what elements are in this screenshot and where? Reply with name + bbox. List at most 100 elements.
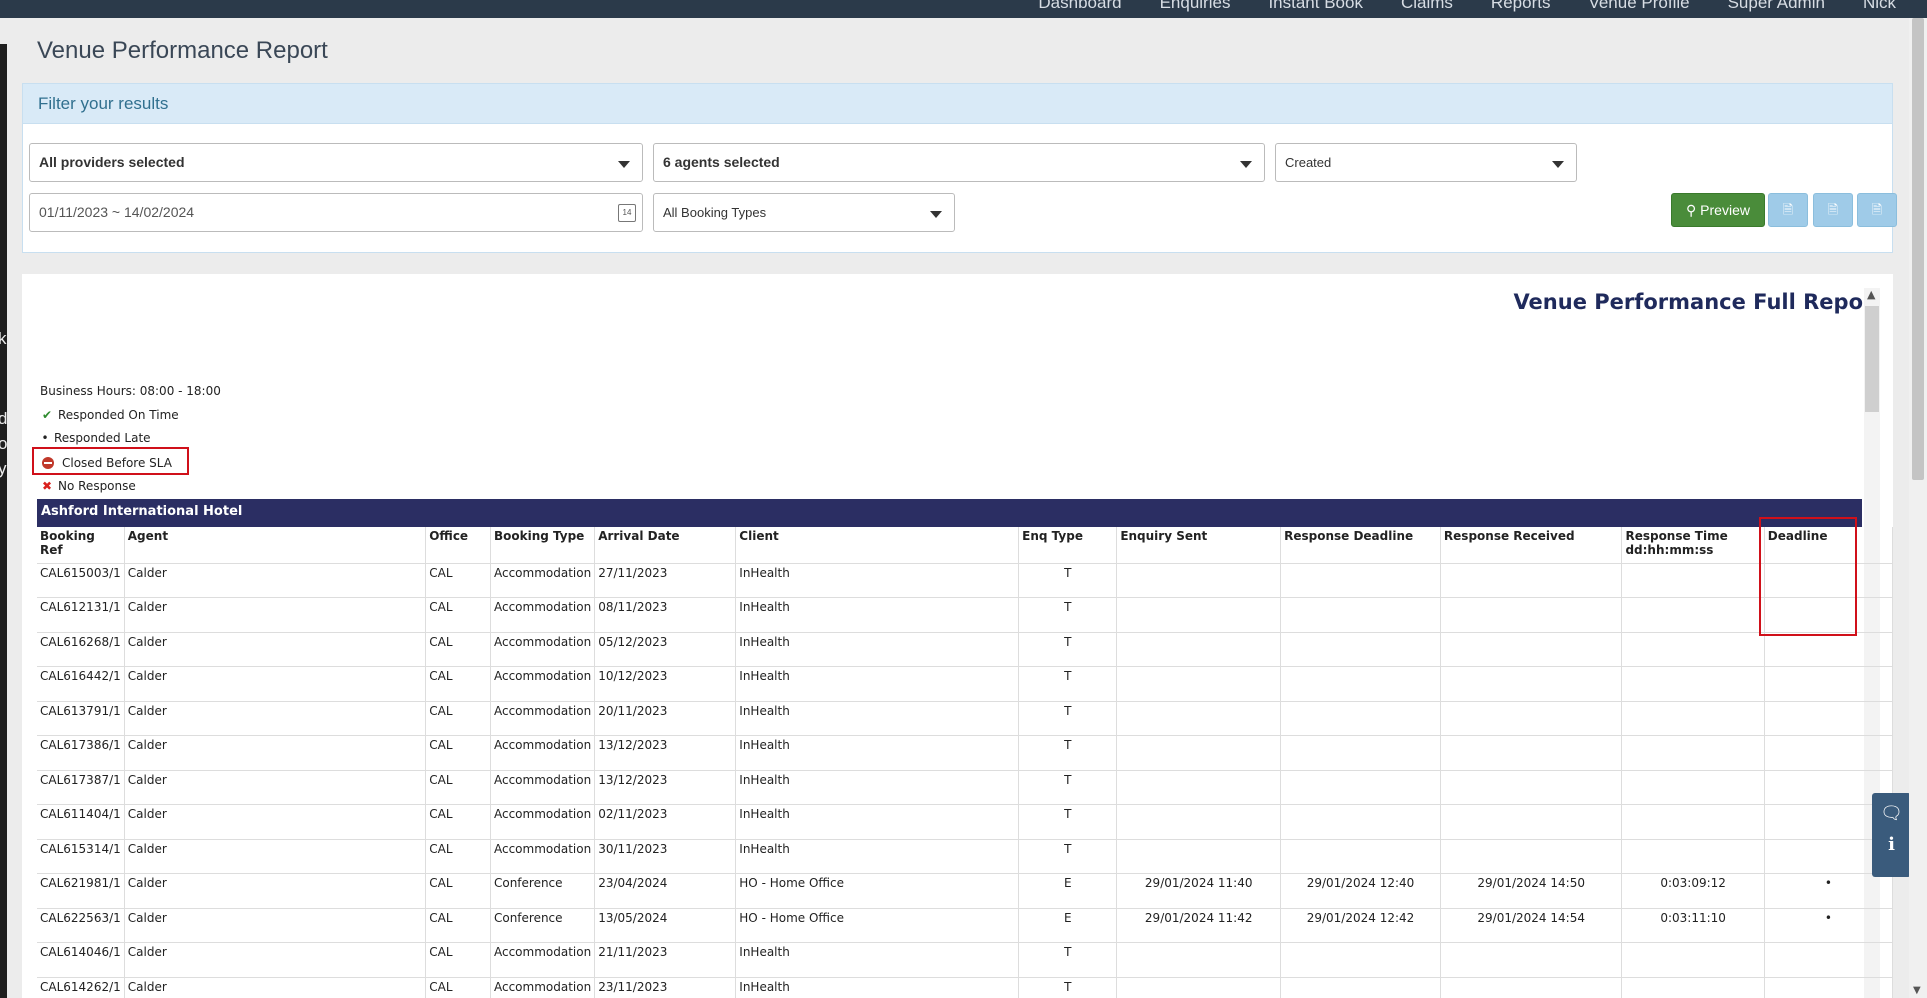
info-icon[interactable]: i — [1872, 834, 1911, 855]
legend-late-label: Responded Late — [54, 431, 151, 445]
booking-types-select[interactable]: All Booking Types — [653, 193, 955, 232]
excel-file-icon: 🗎 — [1827, 202, 1839, 217]
cell-enq-type: T — [1018, 942, 1118, 978]
cell-deadline-status — [1764, 666, 1893, 702]
cell-booking-ref: CAL612131/1 — [37, 597, 125, 633]
cell-booking-type: Accommodation — [490, 632, 596, 667]
calendar-icon[interactable]: 14 — [618, 204, 636, 222]
cell-enq-type: T — [1018, 839, 1118, 874]
cell-office: CAL — [425, 908, 491, 943]
col-arrival-date: Arrival Date — [594, 527, 737, 564]
date-range-input[interactable]: 01/11/2023 ~ 14/02/2024 14 — [29, 193, 643, 232]
report-table-body: CAL615003/1 Calder CAL Accommodation 27/11/2… — [37, 563, 1893, 998]
col-enq-type: Enq Type — [1018, 527, 1118, 564]
date-field-select[interactable]: Created — [1275, 143, 1577, 182]
report-table: Booking Ref Agent Office Booking Type Ar… — [37, 527, 1893, 998]
cell-enq-type: E — [1018, 873, 1118, 909]
nav-item-claims[interactable]: Claims — [1382, 0, 1472, 13]
bullet-icon: • — [41, 431, 49, 445]
nav-item-nick[interactable]: Nick — [1844, 0, 1915, 13]
cell-response-received — [1440, 770, 1623, 805]
cell-response-received: 29/01/2024 14:50 — [1440, 873, 1623, 909]
filter-heading: Filter your results — [23, 84, 1892, 124]
chevron-down-icon — [1552, 161, 1564, 168]
cell-response-time — [1621, 942, 1765, 978]
cell-client: HO - Home Office — [735, 873, 1020, 909]
cell-booking-ref: CAL615314/1 — [37, 839, 125, 874]
cell-response-time — [1621, 563, 1765, 598]
legend-late: • Responded Late — [40, 431, 151, 445]
preview-button-label: Preview — [1700, 202, 1750, 218]
cell-agent: Calder — [124, 977, 427, 998]
cell-booking-type: Accommodation — [490, 563, 596, 598]
cell-client: InHealth — [735, 735, 1020, 771]
nav-item-instant-book[interactable]: Instant Book — [1249, 0, 1382, 13]
agents-select[interactable]: 6 agents selected — [653, 143, 1265, 182]
agents-select-value: 6 agents selected — [663, 154, 780, 170]
export-doc-button[interactable]: 🗎 — [1857, 193, 1897, 227]
left-sidebar-edge: k d o y — [0, 44, 7, 998]
cell-agent: Calder — [124, 735, 427, 771]
cell-response-deadline — [1280, 804, 1441, 840]
cell-office: CAL — [425, 563, 491, 598]
cell-office: CAL — [425, 804, 491, 840]
page-title: Venue Performance Report — [37, 37, 328, 64]
cell-arrival-date: 20/11/2023 — [594, 701, 737, 736]
table-row: CAL617387/1 Calder CAL Accommodation 13/12/2… — [37, 770, 1893, 805]
cell-arrival-date: 27/11/2023 — [594, 563, 737, 598]
cell-client: InHealth — [735, 563, 1020, 598]
filter-panel: Filter your results All providers select… — [22, 83, 1897, 253]
nav-item-dashboard[interactable]: Dashboard — [1019, 0, 1140, 13]
business-hours: Business Hours: 08:00 - 18:00 — [40, 384, 221, 398]
page-scrollbar[interactable]: ▼ — [1909, 18, 1927, 998]
side-widget: 🗨 i — [1872, 793, 1911, 877]
nav-item-super-admin[interactable]: Super Admin — [1709, 0, 1844, 13]
cell-response-deadline — [1280, 666, 1441, 702]
nav-item-reports[interactable]: Reports — [1472, 0, 1570, 13]
col-response-time: Response Time dd:hh:mm:ss — [1621, 527, 1765, 564]
cell-enquiry-sent — [1116, 563, 1282, 598]
providers-select[interactable]: All providers selected — [29, 143, 643, 182]
cell-enquiry-sent: 29/01/2024 11:42 — [1116, 908, 1282, 943]
date-range-value: 01/11/2023 ~ 14/02/2024 — [39, 204, 195, 220]
cell-client: InHealth — [735, 770, 1020, 805]
scroll-down-icon[interactable]: ▼ — [1913, 985, 1921, 996]
cell-agent: Calder — [124, 701, 427, 736]
cell-response-deadline: 29/01/2024 12:40 — [1280, 873, 1441, 909]
col-booking-ref: Booking Ref — [37, 527, 125, 564]
col-agent: Agent — [124, 527, 427, 564]
hotel-group-header: Ashford International Hotel — [37, 499, 1862, 527]
export-excel-button[interactable]: 🗎 — [1813, 193, 1853, 227]
cell-client: HO - Home Office — [735, 908, 1020, 943]
table-row: CAL615003/1 Calder CAL Accommodation 27/11/2… — [37, 563, 1893, 598]
page-scrollbar-thumb[interactable] — [1912, 18, 1924, 480]
cell-booking-type: Accommodation — [490, 666, 596, 702]
cell-enquiry-sent — [1116, 770, 1282, 805]
cell-booking-type: Accommodation — [490, 839, 596, 874]
cell-client: InHealth — [735, 839, 1020, 874]
table-row: CAL616442/1 Calder CAL Accommodation 10/12/2… — [37, 666, 1893, 702]
cell-office: CAL — [425, 873, 491, 909]
export-pdf-button[interactable]: 🗎 — [1768, 193, 1808, 227]
cell-office: CAL — [425, 632, 491, 667]
report-scrollbar-thumb[interactable] — [1865, 306, 1879, 412]
cell-office: CAL — [425, 839, 491, 874]
cell-deadline-status: • — [1764, 873, 1893, 909]
cell-response-deadline — [1280, 632, 1441, 667]
cell-client: InHealth — [735, 632, 1020, 667]
table-row: CAL614262/1 Calder CAL Accommodation 23/11/2… — [37, 977, 1893, 998]
scroll-up-icon[interactable]: ▲ — [1867, 288, 1875, 301]
cell-arrival-date: 21/11/2023 — [594, 942, 737, 978]
nav-item-venue-profile[interactable]: Venue Profile — [1569, 0, 1708, 13]
cell-deadline-status — [1764, 701, 1893, 736]
cell-booking-type: Accommodation — [490, 804, 596, 840]
cell-response-deadline — [1280, 597, 1441, 633]
chat-icon[interactable]: 🗨 — [1872, 803, 1911, 824]
nav-item-enquiries[interactable]: Enquiries — [1141, 0, 1250, 13]
cell-agent: Calder — [124, 666, 427, 702]
cell-client: InHealth — [735, 701, 1020, 736]
col-client: Client — [735, 527, 1020, 564]
cell-deadline-status — [1764, 977, 1893, 998]
preview-button[interactable]: ⚲ Preview — [1671, 193, 1765, 227]
cell-enquiry-sent — [1116, 804, 1282, 840]
